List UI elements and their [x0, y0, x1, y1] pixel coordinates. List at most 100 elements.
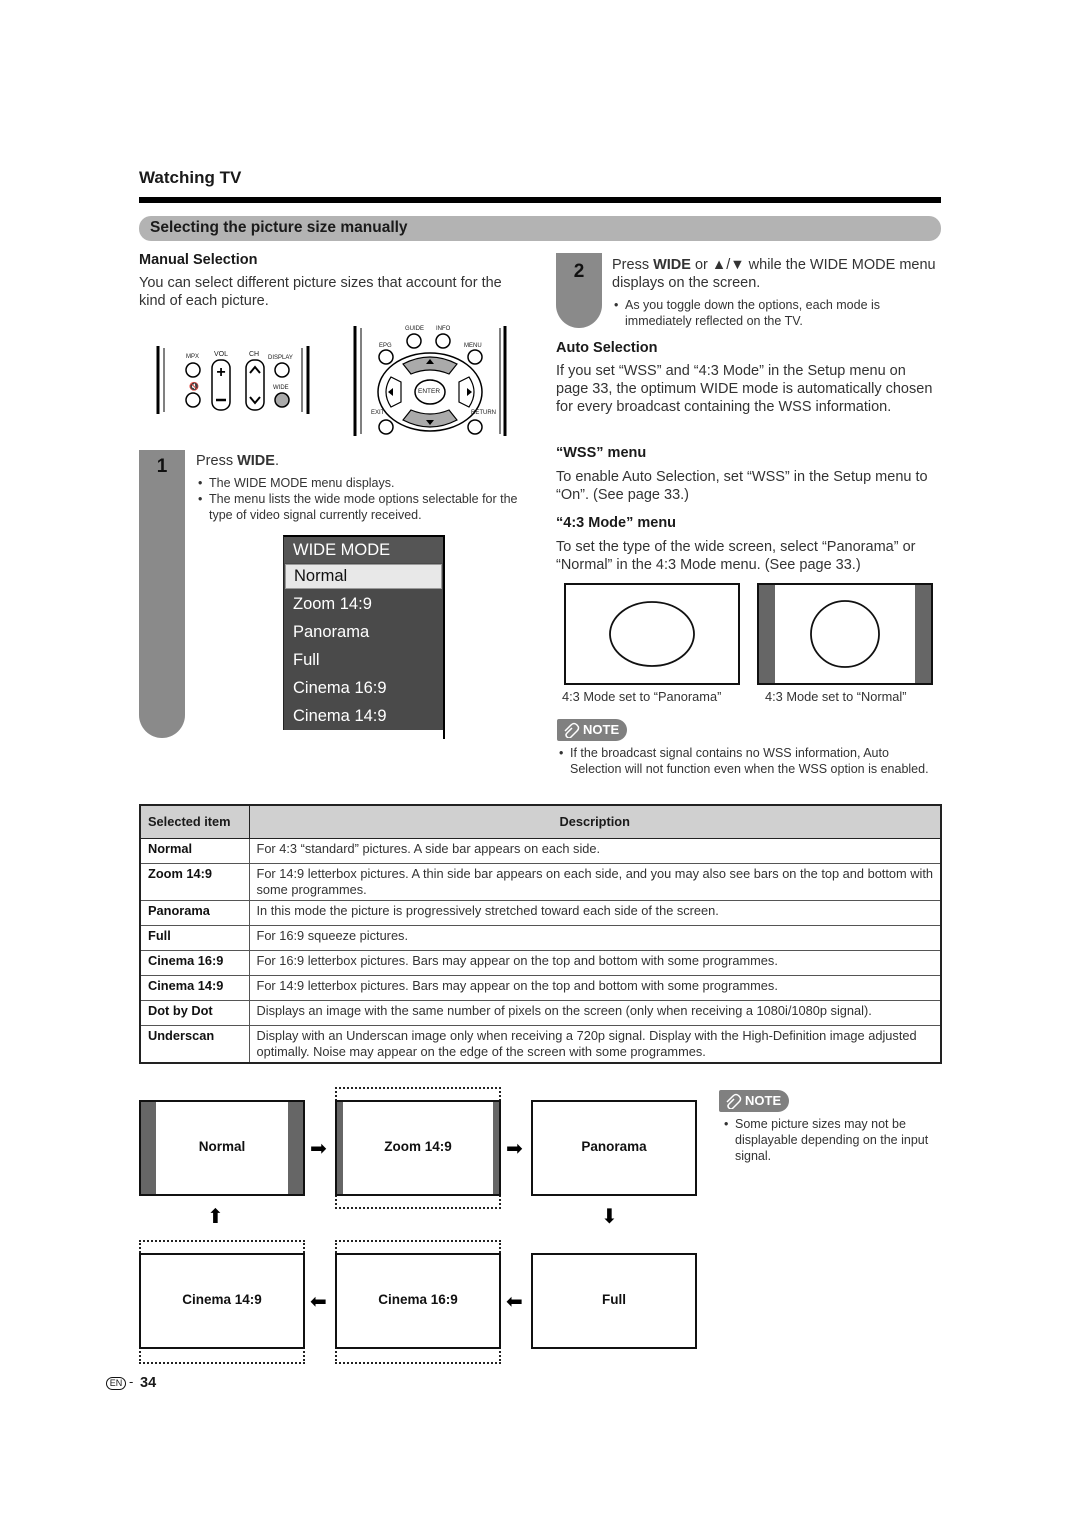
step-1-bullets: The WIDE MODE menu displays. The menu li… — [198, 475, 523, 523]
paperclip-icon — [726, 1093, 742, 1109]
flow-label: Zoom 14:9 — [384, 1139, 452, 1154]
remote-right-illustration — [353, 326, 507, 436]
arrow-right-icon: ➡ — [506, 1138, 523, 1160]
language-badge: EN — [106, 1377, 126, 1390]
row-item: Cinema 16:9 — [139, 949, 250, 976]
flow-label: Cinema 16:9 — [378, 1292, 458, 1307]
ch-label: CH — [249, 351, 260, 358]
table-row: Normal For 4:3 “standard” pictures. A sid… — [139, 837, 942, 864]
step-2-number: 2 — [573, 261, 585, 282]
wss-menu-text: To enable Auto Selection, set “WSS” in t… — [556, 469, 928, 503]
wide-mode-item-full[interactable]: Full — [284, 646, 443, 674]
flow-label: Panorama — [581, 1139, 647, 1154]
mode43-menu-heading: “4:3 Mode” menu — [556, 515, 677, 531]
row-desc: In this mode the picture is progressivel… — [248, 899, 942, 926]
step-1-bullet: The WIDE MODE menu displays. — [198, 475, 523, 491]
remote-right-panel: GUIDE INFO EPG MENU ENTER EXIT RETURN — [345, 322, 515, 440]
auto-selection-heading: Auto Selection — [556, 340, 658, 356]
note-1-bullets: If the broadcast signal contains no WSS … — [559, 745, 939, 777]
flow-label: Full — [602, 1292, 626, 1307]
mode43-menu-text: To set the type of the wide screen, sele… — [556, 539, 916, 573]
row-desc: Displays an image with the same number o… — [248, 999, 942, 1026]
section-rule — [139, 197, 941, 203]
note-2-bullets: Some picture sizes may not be displayabl… — [724, 1116, 939, 1164]
mute-icon: 🔇 — [189, 382, 199, 391]
step-1-badge: 1 — [139, 450, 185, 738]
step-1-bullet: The menu lists the wide mode options sel… — [198, 491, 523, 523]
mpx-label: MPX — [186, 354, 200, 360]
table-row: Cinema 14:9 For 14:9 letterbox pictures. … — [139, 974, 942, 1001]
vol-label: VOL — [214, 351, 229, 358]
col-selected-item: Selected item — [139, 804, 250, 839]
row-item: Full — [139, 924, 250, 951]
row-item: Dot by Dot — [139, 999, 250, 1026]
step-2-badge: 2 — [556, 253, 602, 328]
flow-label: Normal — [198, 1139, 246, 1154]
table-row: Underscan Display with an Underscan image… — [139, 1024, 942, 1063]
wide-mode-item-zoom-14-9[interactable]: Zoom 14:9 — [284, 590, 443, 618]
table-row: Full For 16:9 squeeze pictures. — [139, 924, 942, 951]
row-desc: For 14:9 letterbox pictures. A thin side… — [248, 862, 942, 901]
return-label: RETURN — [471, 410, 496, 416]
svg-text:+: + — [216, 364, 225, 381]
table-row: Dot by Dot Displays an image with the sam… — [139, 999, 942, 1026]
table-row: Zoom 14:9 For 14:9 letterbox pictures. A … — [139, 862, 942, 901]
flow-box-cinema-14-9: Cinema 14:9 — [139, 1253, 305, 1349]
menu-shadow-edge — [443, 727, 445, 739]
row-desc: For 14:9 letterbox pictures. Bars may ap… — [248, 974, 942, 1001]
arrow-right-icon: ➡ — [310, 1138, 327, 1160]
note-badge: NOTE — [719, 1090, 789, 1112]
epg-label: EPG — [379, 343, 392, 349]
note-1-bullet: If the broadcast signal contains no WSS … — [559, 745, 939, 777]
paperclip-icon — [564, 722, 580, 738]
row-desc: For 16:9 letterbox pictures. Bars may ap… — [248, 949, 942, 976]
circle-shape — [810, 600, 880, 668]
row-desc: For 4:3 “standard” pictures. A side bar … — [248, 837, 942, 864]
menu-label: MENU — [464, 343, 482, 349]
flow-box-zoom-14-9: Zoom 14:9 — [335, 1100, 501, 1196]
subsection-band: Selecting the picture size manually — [139, 216, 941, 241]
wide-key: WIDE — [653, 257, 691, 273]
page-separator: - — [129, 1374, 134, 1389]
flow-box-normal: Normal — [139, 1100, 305, 1196]
section-title: Watching TV — [139, 168, 242, 187]
arrow-up-icon: ⬆ — [207, 1206, 224, 1228]
note-badge: NOTE — [557, 719, 627, 741]
wss-menu-heading: “WSS” menu — [556, 445, 647, 461]
wide-mode-item-cinema-14-9[interactable]: Cinema 14:9 — [284, 702, 443, 730]
step-2-bullets: As you toggle down the options, each mod… — [614, 297, 934, 329]
row-desc: Display with an Underscan image only whe… — [248, 1024, 942, 1063]
wide-mode-title: WIDE MODE — [284, 537, 443, 563]
enter-label: ENTER — [418, 388, 441, 395]
panorama-illustration — [564, 583, 740, 685]
flow-box-full: Full — [531, 1253, 697, 1349]
manual-selection-heading: Manual Selection — [139, 252, 258, 268]
normal-illustration — [757, 583, 933, 685]
wide-mode-item-normal[interactable]: Normal — [285, 564, 442, 589]
note-2-bullet: Some picture sizes may not be displayabl… — [724, 1116, 939, 1164]
table-row: Panorama In this mode the picture is prog… — [139, 899, 942, 926]
wide-mode-item-cinema-16-9[interactable]: Cinema 16:9 — [284, 674, 443, 702]
table-header-row: Selected item Description — [139, 804, 942, 839]
table-row: Cinema 16:9 For 16:9 letterbox pictures. … — [139, 949, 942, 976]
arrow-down-icon: ⬇ — [601, 1206, 618, 1228]
ellipse-shape — [609, 601, 695, 667]
wide-mode-menu: WIDE MODE Normal Zoom 14:9 Panorama Full… — [283, 535, 445, 730]
page-number: 34 — [140, 1375, 157, 1391]
wide-label: WIDE — [273, 385, 289, 391]
info-label: INFO — [436, 326, 451, 332]
up-down-arrow-icon: ▲/▼ — [711, 257, 745, 273]
row-item: Normal — [139, 837, 250, 864]
exit-label: EXIT — [371, 410, 385, 416]
step-2-bullet: As you toggle down the options, each mod… — [614, 297, 934, 329]
normal-caption: 4:3 Mode set to “Normal” — [765, 689, 907, 704]
picture-size-table: Selected item Description Normal For 4:3 … — [139, 804, 942, 1064]
flow-box-cinema-16-9: Cinema 16:9 — [335, 1253, 501, 1349]
flow-box-panorama: Panorama — [531, 1100, 697, 1196]
row-item: Underscan — [139, 1024, 250, 1063]
wide-mode-item-panorama[interactable]: Panorama — [284, 618, 443, 646]
display-label: DISPLAY — [268, 355, 293, 361]
col-description: Description — [248, 804, 942, 839]
step-1-number: 1 — [156, 456, 168, 477]
step-1-instruction: Press WIDE. — [196, 453, 279, 469]
